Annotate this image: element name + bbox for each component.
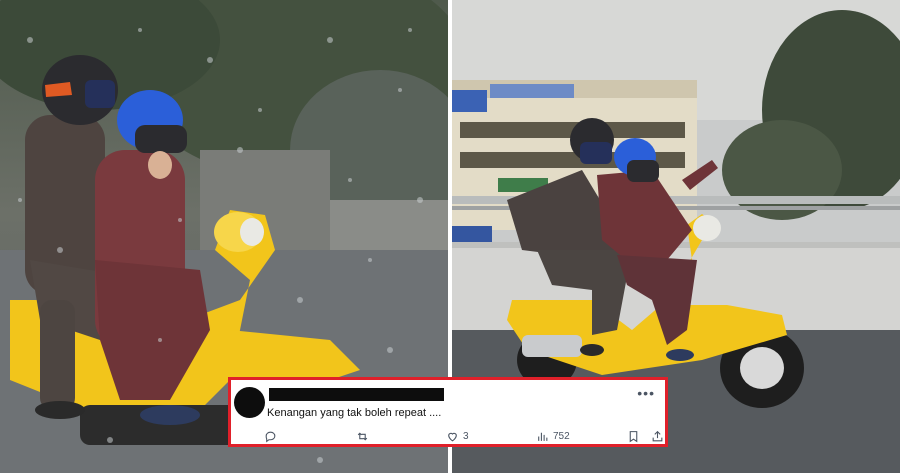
share-button[interactable] — [651, 430, 664, 443]
reply-icon — [265, 431, 276, 443]
heart-icon — [448, 432, 457, 442]
redacted-username — [269, 388, 444, 401]
tweet-text: Kenangan yang tak boleh repeat .... — [267, 407, 442, 419]
views-count: 752 — [553, 431, 570, 442]
share-icon — [652, 430, 663, 442]
more-horizontal-icon[interactable]: ••• — [637, 386, 655, 400]
reply-button[interactable] — [264, 430, 277, 443]
like-count: 3 — [463, 431, 469, 442]
tweet-card: ••• Kenangan yang tak boleh repeat .... … — [228, 377, 668, 447]
retweet-icon — [357, 432, 368, 441]
like-button[interactable]: 3 — [446, 430, 469, 443]
retweet-button[interactable] — [356, 430, 369, 443]
views-chart-icon — [538, 432, 548, 441]
avatar[interactable] — [234, 387, 265, 418]
bookmark-button[interactable] — [627, 430, 640, 443]
views-button[interactable]: 752 — [536, 430, 570, 443]
tweet-actions-bar: 3 752 — [261, 430, 663, 444]
bookmark-icon — [629, 431, 638, 443]
